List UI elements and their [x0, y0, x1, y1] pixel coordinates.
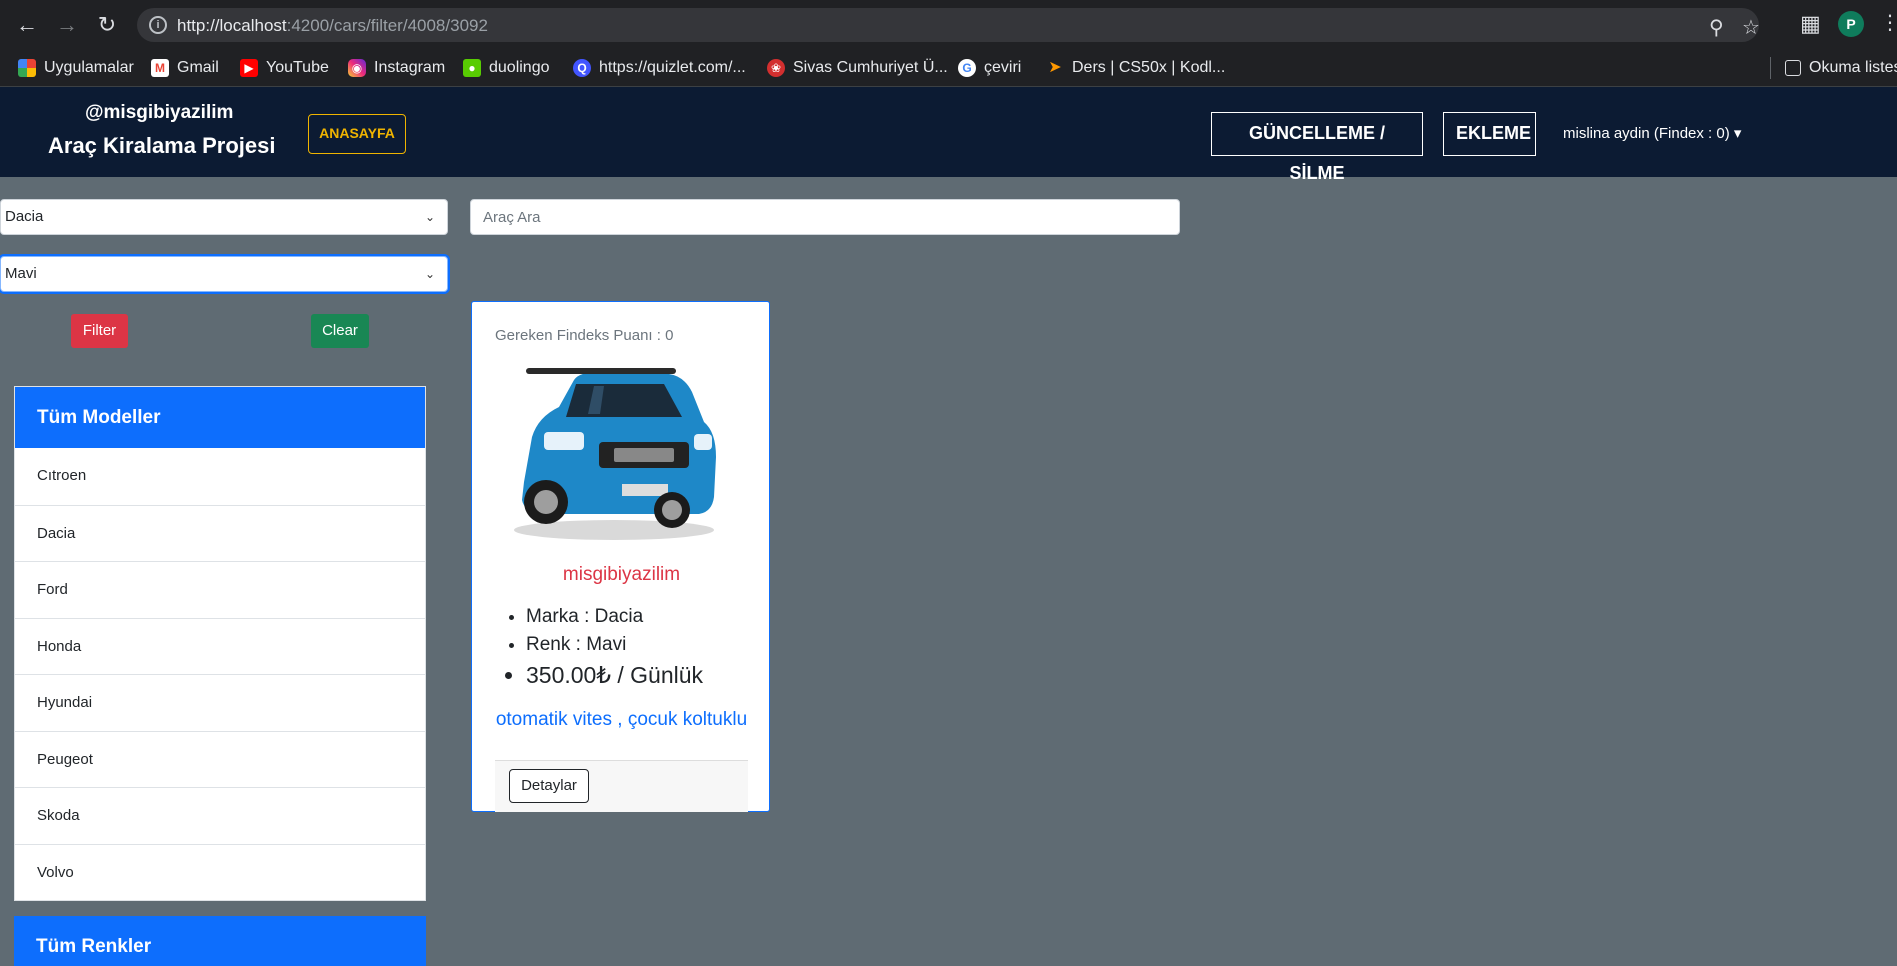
rocket-icon: ➤	[1048, 59, 1062, 76]
bookmark-gmail[interactable]: M Gmail	[151, 57, 219, 79]
chevron-down-icon: ⌄	[424, 210, 435, 224]
reading-list[interactable]: Okuma listesi	[1770, 57, 1897, 79]
app-navbar: @misgibiyazilim Araç Kiralama Projesi AN…	[0, 87, 1897, 183]
site-info-icon[interactable]: i	[149, 16, 167, 34]
models-list: Tüm Modeller Cıtroen Dacia Ford Honda Hy…	[14, 386, 426, 901]
list-item[interactable]: Dacia	[15, 504, 425, 562]
add-button[interactable]: EKLEME	[1443, 112, 1536, 156]
home-button[interactable]: ANASAYFA	[308, 114, 406, 154]
clear-button[interactable]: Clear	[311, 314, 369, 348]
car-image	[514, 368, 716, 540]
bookmark-star-icon[interactable]: ☆	[1742, 15, 1760, 40]
colors-list-title[interactable]: Tüm Renkler	[14, 916, 426, 966]
colors-list: Tüm Renkler	[14, 916, 426, 966]
youtube-icon: ▶	[240, 59, 258, 77]
car-color: Renk : Mavi	[526, 634, 703, 656]
zoom-icon[interactable]: ⚲	[1709, 15, 1724, 40]
bookmark-quizlet[interactable]: Qhttps://quizlet.com/...	[573, 57, 746, 79]
brand-username[interactable]: @misgibiyazilim	[85, 102, 233, 124]
list-item[interactable]: Honda	[15, 617, 425, 675]
apps-grid-icon	[18, 59, 36, 77]
browser-toolbar: ← → ↻ i http://localhost:4200/cars/filte…	[0, 0, 1897, 49]
bookmark-instagram[interactable]: ◉ Instagram	[348, 57, 445, 79]
profile-avatar[interactable]: P	[1838, 11, 1864, 37]
list-item[interactable]: Hyundai	[15, 674, 425, 731]
bookmark-cs50[interactable]: ➤ Ders | CS50x | Kodl...	[1046, 57, 1225, 79]
chevron-down-icon: ⌄	[424, 267, 435, 281]
filter-button[interactable]: Filter	[71, 314, 128, 348]
models-list-title[interactable]: Tüm Modeller	[15, 387, 425, 448]
address-bar[interactable]: i http://localhost:4200/cars/filter/4008…	[137, 8, 1760, 42]
url-text[interactable]: http://localhost:4200/cars/filter/4008/3…	[177, 16, 488, 36]
forward-icon[interactable]: →	[54, 12, 80, 38]
brand-title[interactable]: Araç Kiralama Projesi	[48, 133, 275, 159]
update-delete-button[interactable]: GÜNCELLEME / SİLME	[1211, 112, 1423, 183]
quizlet-icon: Q	[573, 59, 591, 77]
caret-down-icon: ▾	[1733, 125, 1742, 142]
brand-select[interactable]: Dacia ⌄	[0, 199, 448, 235]
car-search-input[interactable]	[470, 199, 1180, 235]
list-item[interactable]: Skoda	[15, 787, 425, 844]
details-button[interactable]: Detaylar	[509, 769, 589, 803]
bookmarks-bar: Uygulamalar M Gmail ▶ YouTube ◉ Instagram ●…	[0, 49, 1897, 87]
duolingo-icon: ●	[463, 59, 481, 77]
models-list-body: Cıtroen Dacia Ford Honda Hyundai Peugeot…	[15, 448, 425, 900]
color-select[interactable]: Mavi ⌄	[0, 256, 448, 292]
list-item[interactable]: Volvo	[15, 843, 425, 901]
gmail-icon: M	[151, 59, 169, 77]
university-logo-icon: ❀	[767, 59, 785, 77]
bookmark-duolingo[interactable]: ● duolingo	[463, 57, 550, 79]
findeks-score: Gereken Findeks Puanı : 0	[495, 327, 674, 344]
bookmark-apps[interactable]: Uygulamalar	[18, 57, 134, 79]
list-item[interactable]: Peugeot	[15, 730, 425, 788]
extensions-icon[interactable]: ▦	[1800, 11, 1821, 37]
list-item[interactable]: Ford	[15, 561, 425, 618]
car-name: misgibiyazilim	[562, 564, 681, 585]
card-footer: Detaylar	[495, 760, 748, 812]
instagram-icon: ◉	[348, 59, 366, 77]
car-features: otomatik vites , çocuk koltuklu	[495, 709, 748, 730]
car-card[interactable]: Gereken Findeks Puanı : 0 misgibiyazilim…	[471, 301, 770, 812]
google-icon: G	[958, 59, 976, 77]
bookmark-ceviri[interactable]: Gçeviri	[958, 57, 1021, 79]
back-icon[interactable]: ←	[14, 12, 40, 38]
bookmark-youtube[interactable]: ▶ YouTube	[240, 57, 329, 79]
browser-menu-icon[interactable]: ⋮	[1880, 10, 1897, 35]
car-price: 350.00₺ / Günlük	[526, 662, 703, 689]
bookmark-sivas[interactable]: ❀ Sivas Cumhuriyet Ü...	[767, 57, 948, 79]
car-specs: Marka : Dacia Renk : Mavi 350.00₺ / Günl…	[500, 606, 703, 695]
user-dropdown[interactable]: mislina aydin (Findex : 0) ▾	[1563, 124, 1741, 142]
reload-icon[interactable]: ↻	[94, 12, 120, 38]
reading-list-icon	[1785, 60, 1801, 76]
car-brand: Marka : Dacia	[526, 606, 703, 628]
list-item[interactable]: Cıtroen	[15, 448, 425, 505]
